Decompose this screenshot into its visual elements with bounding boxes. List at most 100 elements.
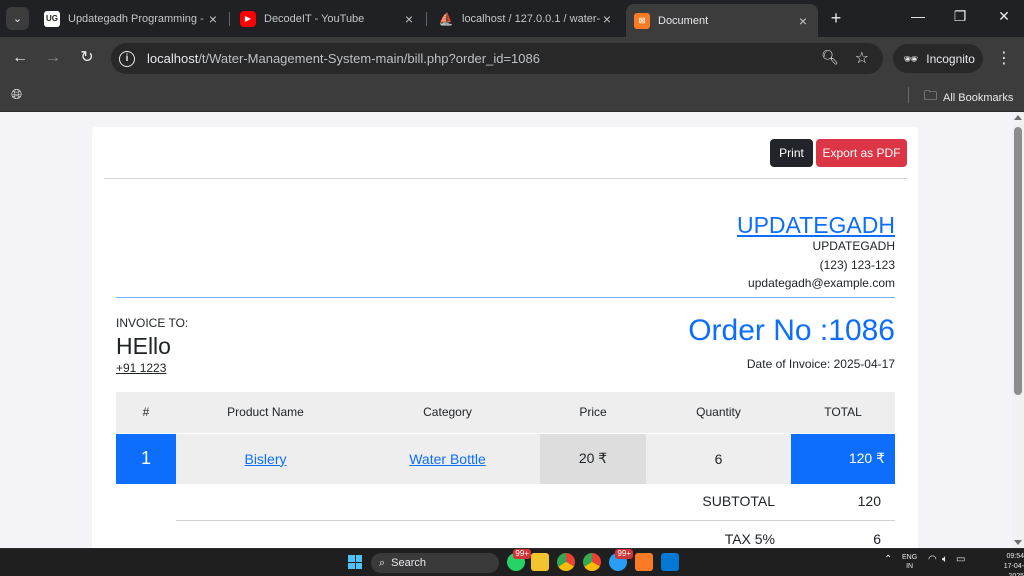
clock-time: 09:54 — [1006, 553, 1024, 560]
youtube-icon: ▶ — [240, 10, 256, 27]
tray-overflow-chevron-icon[interactable]: ⌃ — [884, 554, 892, 565]
tab-phpmyadmin[interactable]: ⛵ localhost / 127.0.0.1 / water- × — [430, 4, 622, 33]
scroll-down-arrow-icon[interactable] — [1014, 540, 1022, 545]
close-icon[interactable]: × — [402, 11, 416, 27]
taskbar-search[interactable]: ⌕ Search — [371, 553, 499, 573]
price-cell: 20 ₹ — [540, 433, 646, 484]
tab-divider — [229, 12, 230, 26]
address-bar[interactable]: i localhost/t/Water-Management-System-ma… — [111, 43, 883, 74]
windows-taskbar: ⌕ Search 99+ 99+ ⌃ ENG IN ◠ 🔈︎ ▭ 09:54 1… — [0, 548, 1024, 576]
system-clock[interactable]: 09:54 17-04-2025 — [990, 552, 1024, 576]
invoice-date: Date of Invoice: 2025-04-17 — [746, 357, 895, 371]
phpmyadmin-icon: ⛵ — [438, 11, 454, 26]
battery-icon[interactable]: ▭ — [956, 554, 965, 565]
url-path: /t/Water-Management-System-main/bill.php… — [198, 51, 540, 66]
vscode-icon[interactable] — [661, 553, 679, 571]
tab-title: Document — [658, 14, 709, 27]
column-header: Product Name — [176, 392, 355, 434]
company-name-link[interactable]: UPDATEGADH — [737, 212, 895, 239]
browser-menu-icon[interactable]: ⋮ — [994, 48, 1014, 68]
wifi-icon[interactable]: ◠ — [928, 554, 937, 565]
chrome-profile-icon[interactable] — [583, 553, 601, 571]
category-link[interactable]: Water Bottle — [409, 451, 486, 467]
site-info-icon[interactable]: i — [119, 50, 135, 67]
window-close-icon[interactable]: ✕ — [994, 8, 1014, 25]
tax-label: TAX 5% — [724, 531, 775, 547]
product-link[interactable]: Bislery — [244, 451, 286, 467]
subtotal-row: SUBTOTAL 120 — [176, 484, 895, 520]
incognito-icon: 🕶︎ — [903, 51, 919, 66]
reload-icon[interactable]: ↻ — [77, 48, 97, 68]
forward-arrow-icon[interactable]: → — [43, 48, 63, 68]
customer-name: HEllo — [116, 333, 171, 359]
column-header: Quantity — [646, 392, 791, 434]
incognito-indicator[interactable]: 🕶︎ Incognito — [893, 44, 983, 73]
xampp-icon: ⊠ — [634, 12, 650, 29]
all-bookmarks-label: All Bookmarks — [943, 92, 1014, 104]
back-arrow-icon[interactable]: ← — [10, 48, 30, 68]
clock-date: 17-04-2025 — [1003, 563, 1024, 576]
company-subname: UPDATEGADH — [812, 239, 895, 253]
url-host: localhost — [147, 51, 199, 66]
divider — [104, 178, 907, 179]
notification-badge: 99+ — [513, 549, 531, 559]
bookmark-star-icon[interactable]: ☆ — [855, 48, 869, 68]
scrollbar-thumb[interactable] — [1014, 127, 1022, 395]
vertical-scrollbar[interactable] — [1012, 112, 1024, 548]
close-icon[interactable]: × — [600, 11, 614, 27]
customer-phone-link[interactable]: +91 1223 — [116, 361, 166, 375]
invoice-table: # Product Name Category Price Quantity T… — [116, 392, 895, 484]
column-header: Price — [540, 392, 646, 434]
order-number-title: Order No :1086 — [688, 314, 895, 347]
minimize-icon[interactable]: — — [908, 8, 928, 24]
windows-start-icon[interactable] — [348, 555, 362, 569]
column-header: TOTAL — [791, 392, 895, 434]
table-row: 1 Bislery Water Bottle 20 ₹ 6 120 ₹ — [116, 433, 895, 484]
page-viewport: Print Export as PDF UPDATEGADH UPDATEGAD… — [0, 112, 1012, 548]
incognito-label: Incognito — [926, 51, 975, 66]
messaging-app-icon[interactable]: 99+ — [609, 549, 633, 571]
tab-updategadh[interactable]: UG Updategadh Programming - × — [36, 4, 228, 33]
invoice-card: Print Export as PDF UPDATEGADH UPDATEGAD… — [92, 127, 918, 548]
export-pdf-button[interactable]: Export as PDF — [816, 139, 907, 167]
whatsapp-icon[interactable]: 99+ — [507, 549, 531, 571]
tab-document[interactable]: ⊠ Document × — [626, 4, 818, 37]
product-cell: Bislery — [176, 433, 355, 484]
xampp-taskbar-icon[interactable] — [635, 553, 653, 571]
url-text: localhost/t/Water-Management-System-main… — [147, 51, 540, 66]
globe-icon[interactable]: 🌐︎ — [11, 86, 22, 103]
notification-badge: 99+ — [615, 549, 633, 559]
file-explorer-icon[interactable] — [531, 553, 549, 571]
scroll-up-arrow-icon[interactable] — [1014, 115, 1022, 120]
new-tab-plus-icon[interactable]: + — [826, 8, 846, 29]
column-header: Category — [355, 392, 540, 434]
restore-icon[interactable]: ❐ — [950, 8, 970, 25]
bookmark-divider — [908, 87, 909, 103]
print-button[interactable]: Print — [770, 139, 813, 167]
volume-icon[interactable]: 🔈︎ — [942, 554, 948, 565]
language-indicator[interactable]: ENG IN — [902, 553, 917, 571]
browser-toolbar: ← → ↻ i localhost/t/Water-Management-Sys… — [0, 37, 1024, 80]
close-icon[interactable]: × — [206, 11, 220, 27]
ug-logo-icon: UG — [44, 10, 60, 27]
invoice-to-label: INVOICE TO: — [116, 316, 189, 330]
tab-title: Updategadh Programming - — [68, 12, 204, 25]
all-bookmarks-button[interactable]: 🗀 All Bookmarks — [924, 87, 1013, 109]
region-code: IN — [906, 563, 914, 570]
row-index: 1 — [116, 433, 176, 484]
bookmark-bar: 🌐︎ 🗀 All Bookmarks — [0, 80, 1024, 112]
language-code: ENG — [902, 554, 918, 561]
browser-tab-bar: ⌄ UG Updategadh Programming - × ▶ Decode… — [0, 0, 1024, 37]
tax-value: 6 — [873, 531, 881, 547]
column-header: # — [116, 392, 176, 434]
subtotal-value: 120 — [857, 493, 881, 509]
chrome-icon[interactable] — [557, 553, 575, 571]
close-icon[interactable]: × — [796, 13, 810, 29]
zoom-magnifier-icon[interactable]: 🔍︎ — [821, 49, 839, 66]
section-divider — [116, 297, 895, 298]
tab-search-chevron-icon[interactable]: ⌄ — [6, 7, 29, 30]
search-icon: ⌕ — [379, 556, 386, 569]
company-phone: (123) 123-123 — [819, 258, 895, 272]
tab-title: localhost / 127.0.0.1 / water- — [462, 12, 600, 25]
tab-youtube[interactable]: ▶ DecodeIT - YouTube × — [232, 4, 424, 33]
